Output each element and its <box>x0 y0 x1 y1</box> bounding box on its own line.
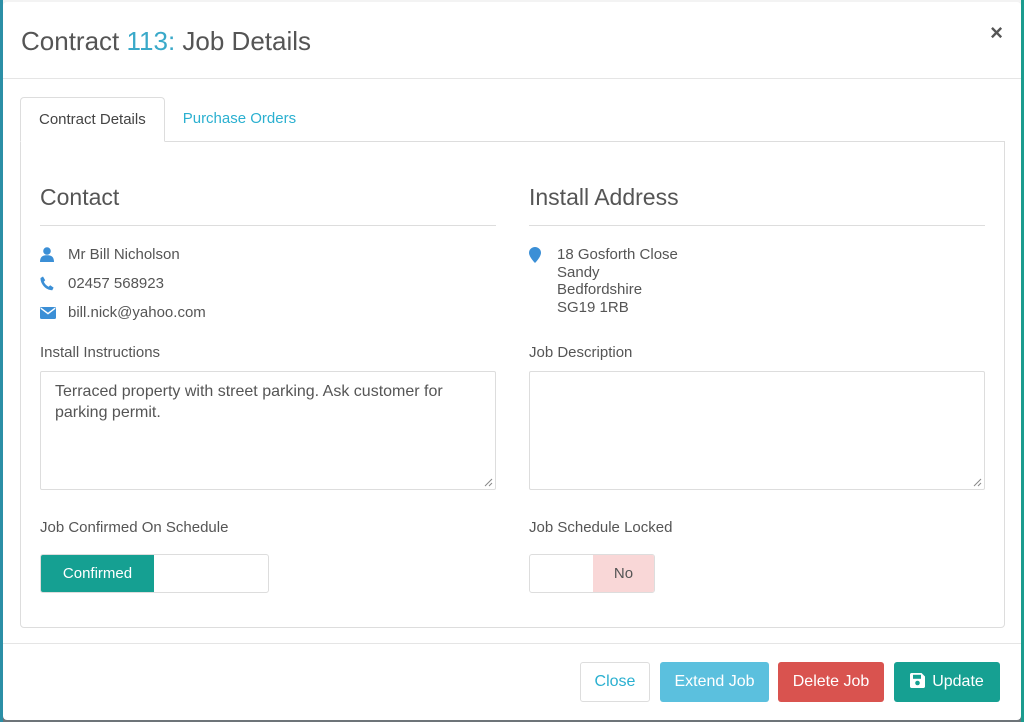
install-address-row: 18 Gosforth Close Sandy Bedfordshire SG1… <box>529 246 678 316</box>
extend-job-button[interactable]: Extend Job <box>660 662 769 702</box>
address-line-1: 18 Gosforth Close <box>557 246 678 263</box>
job-locked-toggle[interactable]: No <box>529 554 655 593</box>
contact-phone-row: 02457 568923 <box>40 275 164 292</box>
install-address-heading: Install Address <box>529 184 679 210</box>
close-button[interactable]: Close <box>580 662 650 702</box>
toggle-on-handle[interactable] <box>530 555 593 592</box>
contact-name-row: Mr Bill Nicholson <box>40 246 180 263</box>
contact-name: Mr Bill Nicholson <box>68 246 180 263</box>
close-icon[interactable]: × <box>990 20 1003 46</box>
install-address-lines: 18 Gosforth Close Sandy Bedfordshire SG1… <box>557 246 678 316</box>
job-locked-label: Job Schedule Locked <box>529 519 673 536</box>
install-instructions-label: Install Instructions <box>40 344 161 361</box>
address-line-4: SG19 1RB <box>557 298 629 316</box>
resize-grip-icon[interactable] <box>972 477 982 487</box>
job-confirmed-toggle[interactable]: Confirmed <box>40 554 269 593</box>
job-description-label: Job Description <box>529 344 633 361</box>
title-prefix: Contract <box>21 26 127 56</box>
map-marker-icon <box>529 246 557 263</box>
phone-icon <box>40 275 68 291</box>
toggle-off-handle[interactable] <box>154 555 268 592</box>
envelope-icon <box>40 304 68 320</box>
contract-number: 113: <box>126 26 176 56</box>
tab-bar: Contract Details Purchase Orders <box>20 97 314 142</box>
install-instructions-text: Terraced property with street parking. A… <box>55 383 443 421</box>
divider <box>529 225 985 226</box>
update-button-label: Update <box>932 673 984 690</box>
job-description-textarea[interactable] <box>529 371 985 490</box>
divider <box>40 225 496 226</box>
address-line-3: Bedfordshire <box>557 281 643 298</box>
contact-email[interactable]: bill.nick@yahoo.com <box>68 304 206 321</box>
delete-job-button[interactable]: Delete Job <box>778 662 884 702</box>
address-line-2: Sandy <box>557 263 600 281</box>
contact-email-row: bill.nick@yahoo.com <box>40 304 206 321</box>
resize-grip-icon[interactable] <box>483 477 493 487</box>
save-icon <box>910 664 926 704</box>
job-details-modal: Contract 113: Job Details × Contract Det… <box>3 2 1021 720</box>
contact-phone: 02457 568923 <box>68 275 164 292</box>
job-confirmed-label: Job Confirmed On Schedule <box>40 519 229 536</box>
title-suffix: Job Details <box>175 26 312 56</box>
confirmed-segment[interactable]: Confirmed <box>41 555 154 592</box>
tab-contract-details[interactable]: Contract Details <box>20 97 165 142</box>
modal-header: Contract 113: Job Details × <box>3 2 1021 79</box>
no-segment[interactable]: No <box>593 555 654 592</box>
update-button[interactable]: Update <box>894 662 1000 702</box>
install-instructions-textarea[interactable]: Terraced property with street parking. A… <box>40 371 496 490</box>
modal-title: Contract 113: Job Details <box>21 26 311 57</box>
contract-details-pane: Contact Mr Bill Nicholson 02457 568923 b… <box>20 141 1005 628</box>
user-icon <box>40 246 68 262</box>
modal-footer: Close Extend Job Delete Job Update <box>3 643 1021 720</box>
tab-purchase-orders[interactable]: Purchase Orders <box>165 97 314 142</box>
contact-heading: Contact <box>40 184 120 210</box>
